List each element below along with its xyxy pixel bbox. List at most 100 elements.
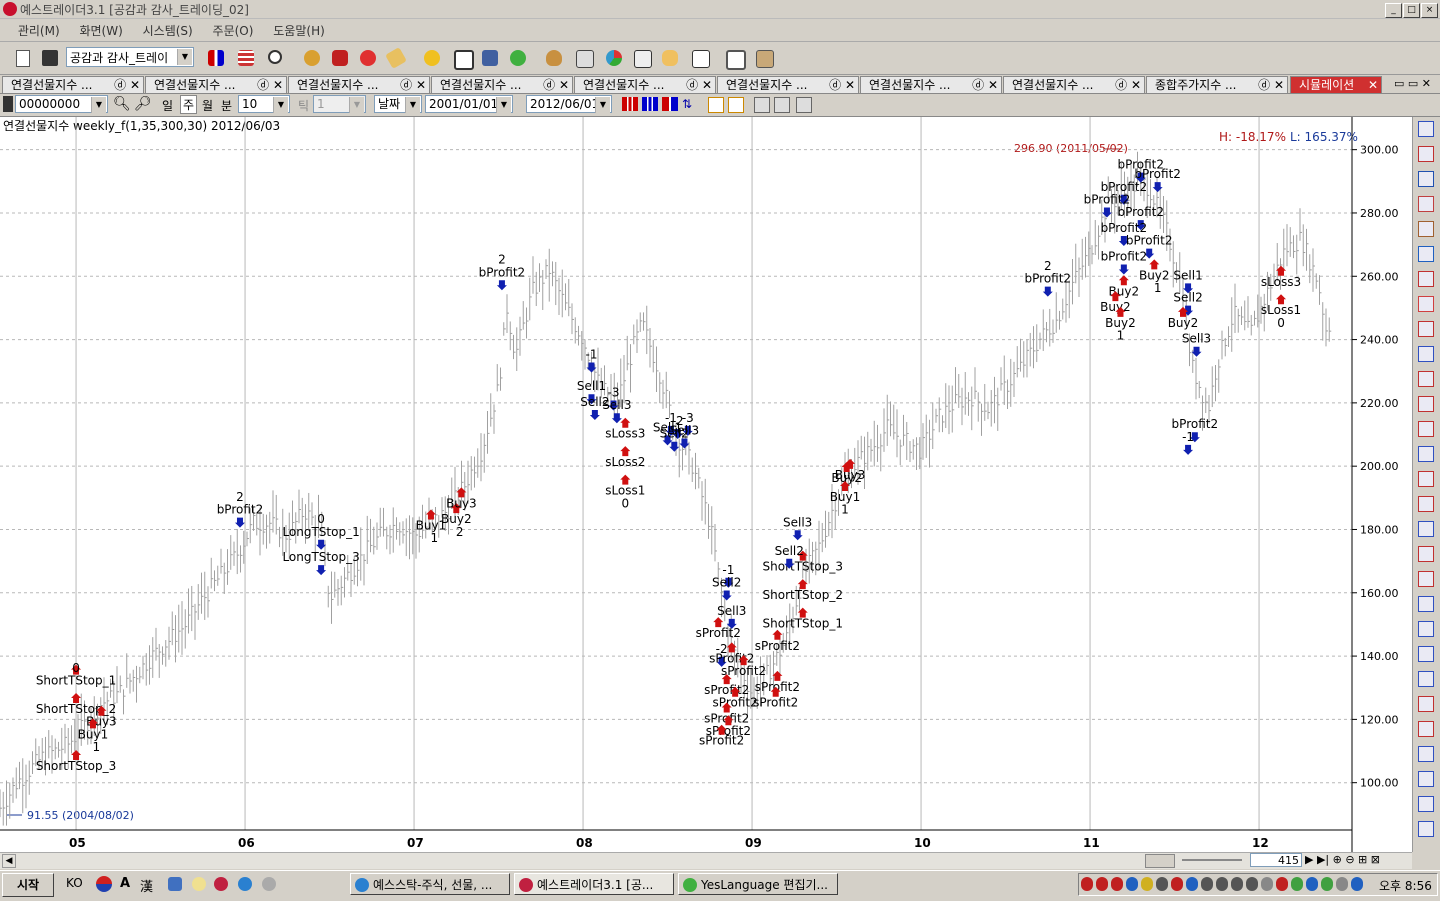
tray-icon[interactable] bbox=[1081, 877, 1093, 891]
moneybag-button[interactable] bbox=[542, 46, 566, 70]
close-button[interactable]: × bbox=[1421, 3, 1438, 18]
tab-8[interactable]: 종합주가지수 ... ⓓ ✕ bbox=[1146, 76, 1288, 93]
scroll-left-icon[interactable]: ◀ bbox=[2, 854, 16, 868]
drawing-tool-icon[interactable] bbox=[1418, 421, 1434, 437]
si-button[interactable] bbox=[420, 46, 444, 70]
close-icon[interactable]: ✕ bbox=[1368, 77, 1378, 93]
tray-icon[interactable] bbox=[1246, 877, 1258, 891]
drawing-tool-icon[interactable] bbox=[1418, 721, 1434, 737]
yl-button[interactable] bbox=[506, 46, 530, 70]
tray-icon[interactable] bbox=[1126, 877, 1138, 891]
period-month[interactable]: 월 bbox=[202, 97, 213, 114]
ime-hanja[interactable]: 漢 bbox=[140, 876, 153, 895]
stop-button[interactable] bbox=[328, 46, 352, 70]
tab-3[interactable]: 연결선물지수 ... ⓓ ✕ bbox=[431, 76, 573, 93]
tray-icon[interactable] bbox=[1171, 877, 1183, 891]
close-icon[interactable]: ⓓ ✕ bbox=[972, 77, 998, 93]
ticket-button[interactable] bbox=[384, 46, 408, 70]
tab-6[interactable]: 연결선물지수 ... ⓓ ✕ bbox=[860, 76, 1002, 93]
chevron-down-icon[interactable]: ▼ bbox=[177, 49, 192, 65]
drawing-tool-icon[interactable] bbox=[1418, 346, 1434, 362]
drawing-tool-icon[interactable] bbox=[1418, 546, 1434, 562]
korean-flag-icon[interactable] bbox=[96, 876, 112, 892]
ime-ko[interactable]: KO bbox=[66, 876, 83, 890]
quicklaunch-media-icon[interactable] bbox=[262, 877, 276, 891]
tray-icon[interactable] bbox=[1186, 877, 1198, 891]
new-page-button[interactable] bbox=[12, 46, 36, 70]
close-icon[interactable]: ⓓ ✕ bbox=[400, 77, 426, 93]
chevron-down-icon[interactable]: ▼ bbox=[273, 97, 288, 113]
column-chart-icon[interactable] bbox=[642, 97, 658, 111]
window-split-icon[interactable] bbox=[796, 97, 812, 113]
start-button[interactable]: 시작 bbox=[2, 873, 54, 897]
drawing-tool-icon[interactable] bbox=[1418, 821, 1434, 837]
start-date-input[interactable]: 2001/01/01 ▼ bbox=[425, 95, 513, 113]
panel-toggle-icon[interactable] bbox=[3, 96, 13, 112]
save-button[interactable] bbox=[38, 46, 62, 70]
tv-button[interactable] bbox=[450, 46, 474, 70]
tab-0[interactable]: 연결선물지수 ... ⓓ ✕ bbox=[2, 76, 144, 93]
hand-button[interactable] bbox=[658, 46, 682, 70]
drawing-tool-icon[interactable] bbox=[1418, 171, 1434, 187]
copy-icon[interactable] bbox=[708, 97, 724, 113]
minimize-button[interactable]: _ bbox=[1385, 3, 1402, 18]
tab-window-controls[interactable]: ▭ ▭ ✕ bbox=[1394, 77, 1431, 90]
calculator-button[interactable] bbox=[572, 46, 596, 70]
chevron-down-icon[interactable]: ▼ bbox=[496, 97, 511, 113]
drawing-tool-icon[interactable] bbox=[1418, 621, 1434, 637]
menu-system[interactable]: 시스템(S) bbox=[135, 19, 201, 42]
drawing-tool-icon[interactable] bbox=[1418, 571, 1434, 587]
compare-icon[interactable] bbox=[662, 97, 678, 111]
drawing-tool-icon[interactable] bbox=[1418, 146, 1434, 162]
quicklaunch-ie-icon[interactable] bbox=[168, 877, 182, 891]
task-yestrader[interactable]: 예스트레이더3.1 [공... bbox=[514, 873, 674, 895]
tab-1[interactable]: 연결선물지수 ... ⓓ ✕ bbox=[145, 76, 287, 93]
scroll-thumb[interactable] bbox=[1145, 854, 1175, 868]
news-button[interactable] bbox=[688, 46, 712, 70]
tray-icon[interactable] bbox=[1261, 877, 1273, 891]
menu-manage[interactable]: 관리(M) bbox=[10, 19, 68, 42]
close-icon[interactable]: ⓓ ✕ bbox=[686, 77, 712, 93]
nav-controls-icon[interactable]: ▶ ▶| ⊕ ⊖ ⊞ ⊠ bbox=[1305, 853, 1380, 866]
close-icon[interactable]: ⓓ ✕ bbox=[114, 77, 140, 93]
code-input[interactable]: 00000000 ▼ bbox=[15, 95, 108, 113]
tab-4[interactable]: 연결선물지수 ... ⓓ ✕ bbox=[574, 76, 716, 93]
tray-icon[interactable] bbox=[1351, 877, 1363, 891]
price-chart[interactable]: 연결선물지수 weekly_f(1,35,300,30) 2012/06/03 … bbox=[0, 117, 1412, 852]
pie-button[interactable] bbox=[602, 46, 626, 70]
screen-button[interactable] bbox=[630, 46, 654, 70]
menu-order[interactable]: 주문(O) bbox=[205, 19, 262, 42]
period-week[interactable]: 주 bbox=[180, 95, 198, 114]
alert-button[interactable] bbox=[356, 46, 380, 70]
quicklaunch-bulb-icon[interactable] bbox=[192, 877, 206, 891]
period-day[interactable]: 일 bbox=[162, 97, 173, 114]
tab-5[interactable]: 연결선물지수 ... ⓓ ✕ bbox=[717, 76, 859, 93]
tab-7[interactable]: 연결선물지수 ... ⓓ ✕ bbox=[1003, 76, 1145, 93]
menu-help[interactable]: 도움말(H) bbox=[265, 19, 333, 42]
drawing-tool-icon[interactable] bbox=[1418, 396, 1434, 412]
ime-a[interactable]: A bbox=[120, 876, 130, 891]
menu-screen[interactable]: 화면(W) bbox=[71, 19, 130, 42]
drawing-tool-icon[interactable] bbox=[1418, 521, 1434, 537]
tray-icon[interactable] bbox=[1276, 877, 1288, 891]
drawing-tool-icon[interactable] bbox=[1418, 296, 1434, 312]
close-icon[interactable]: ⓓ ✕ bbox=[1115, 77, 1141, 93]
zoom-icon[interactable]: 🔎︎ bbox=[134, 96, 152, 112]
close-icon[interactable]: ⓓ ✕ bbox=[1258, 77, 1284, 93]
tab-2[interactable]: 연결선물지수 ... ⓓ ✕ bbox=[288, 76, 430, 93]
square-button[interactable] bbox=[752, 46, 776, 70]
drawing-tool-icon[interactable] bbox=[1418, 246, 1434, 262]
drawing-tool-icon[interactable] bbox=[1418, 796, 1434, 812]
task-yeslanguage[interactable]: YesLanguage 편집기... bbox=[678, 873, 838, 895]
period-minute[interactable]: 분 bbox=[221, 97, 232, 114]
expand-button[interactable] bbox=[722, 46, 746, 70]
close-icon[interactable]: ⓓ ✕ bbox=[257, 77, 283, 93]
drawing-tool-icon[interactable] bbox=[1418, 446, 1434, 462]
tray-icon[interactable] bbox=[1111, 877, 1123, 891]
drawing-tool-icon[interactable] bbox=[1418, 371, 1434, 387]
table-button[interactable] bbox=[234, 46, 258, 70]
drawing-tool-icon[interactable] bbox=[1418, 596, 1434, 612]
drawing-tool-icon[interactable] bbox=[1418, 746, 1434, 762]
search-icon[interactable]: 🔍︎ bbox=[113, 96, 131, 112]
tray-icon[interactable] bbox=[1291, 877, 1303, 891]
